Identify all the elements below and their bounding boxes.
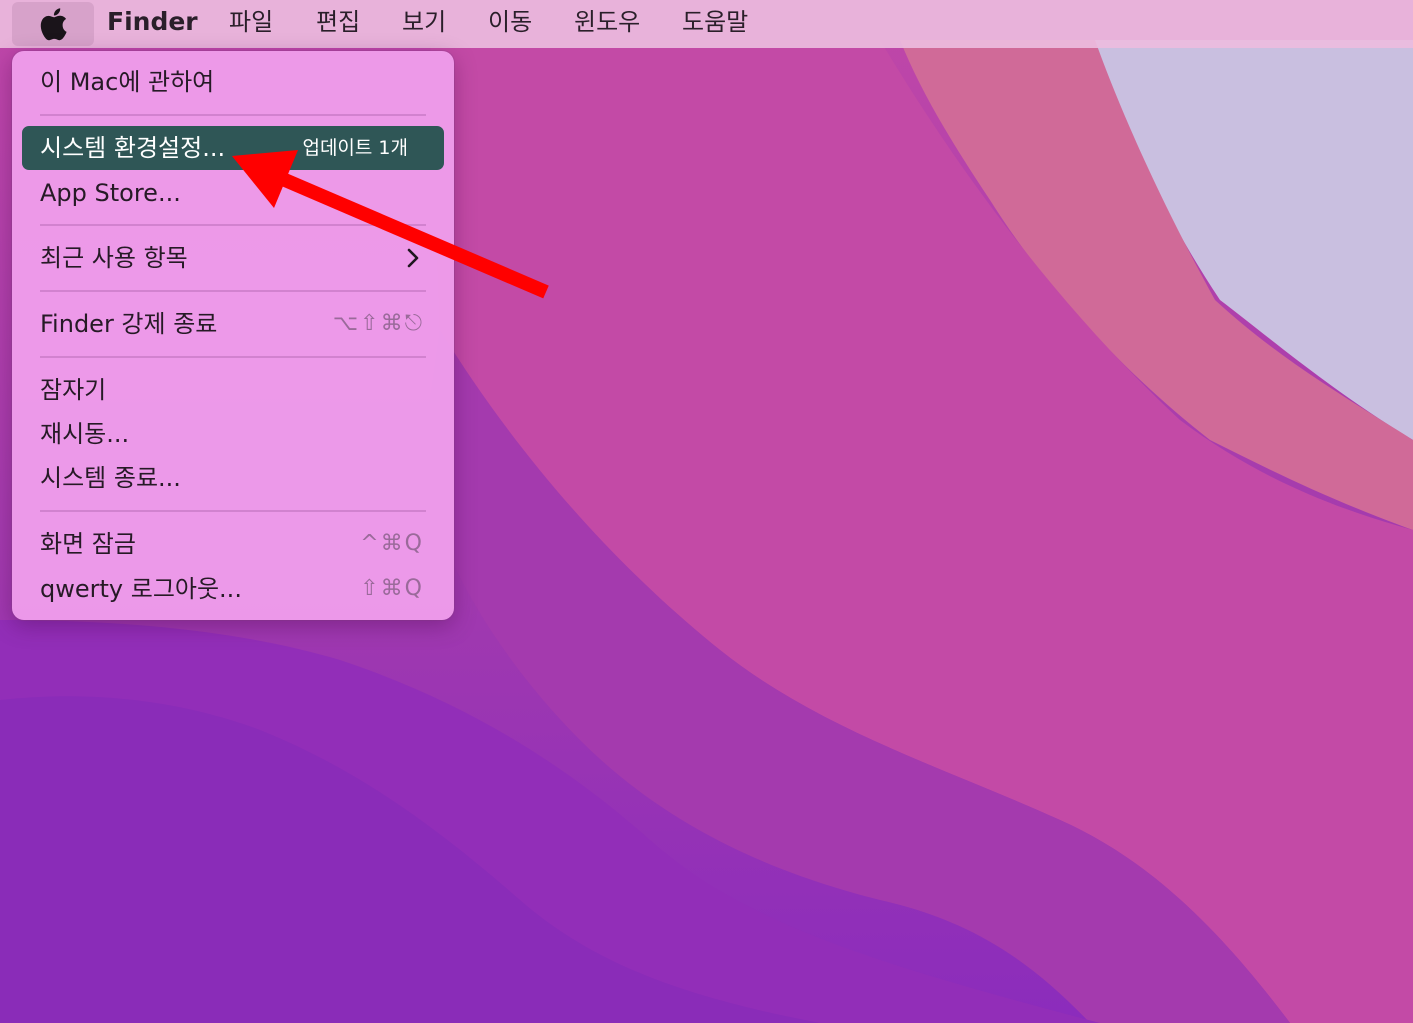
- menu-item-label: Finder 강제 종료: [40, 310, 218, 338]
- menu-bar: Finder 파일 편집 보기 이동 윈도우 도움말: [0, 0, 1413, 48]
- menubar-file[interactable]: 파일: [229, 0, 273, 48]
- menu-item-label: 화면 잠금: [40, 530, 136, 558]
- menu-item-shutdown[interactable]: 시스템 종료...: [22, 456, 444, 500]
- menubar-edit[interactable]: 편집: [316, 0, 360, 48]
- menu-item-label: 시스템 환경설정...: [40, 134, 226, 162]
- menubar-go[interactable]: 이동: [488, 0, 532, 48]
- menu-item-sleep[interactable]: 잠자기: [22, 368, 444, 412]
- menu-item-label: 최근 사용 항목: [40, 244, 188, 272]
- menu-separator: [40, 356, 426, 358]
- menu-item-recent-items[interactable]: 최근 사용 항목: [22, 236, 444, 280]
- menubar-finder[interactable]: Finder: [107, 0, 198, 48]
- menu-separator: [40, 224, 426, 226]
- menu-item-label: 재시동...: [40, 420, 130, 448]
- menu-item-about-this-mac[interactable]: 이 Mac에 관하여: [22, 60, 444, 104]
- menu-item-lock-screen[interactable]: 화면 잠금 ^⌘Q: [22, 522, 444, 566]
- menu-separator: [40, 290, 426, 292]
- update-badge: 업데이트 1개: [302, 137, 408, 159]
- apple-menu-button[interactable]: [12, 2, 94, 46]
- menubar-view[interactable]: 보기: [402, 0, 446, 48]
- menu-item-logout[interactable]: qwerty 로그아웃... ⇧⌘Q: [22, 567, 444, 611]
- menu-separator: [40, 114, 426, 116]
- menu-item-system-preferences[interactable]: 시스템 환경설정... 업데이트 1개: [22, 126, 444, 170]
- menu-separator: [40, 510, 426, 512]
- menu-item-restart[interactable]: 재시동...: [22, 412, 444, 456]
- menu-item-label: 이 Mac에 관하여: [40, 68, 215, 96]
- menubar-help[interactable]: 도움말: [682, 0, 748, 48]
- menu-item-label: App Store...: [40, 179, 181, 207]
- menubar-window[interactable]: 윈도우: [574, 0, 640, 48]
- keyboard-shortcut: ⌥⇧⌘⎋: [332, 311, 424, 336]
- menu-item-app-store[interactable]: App Store...: [22, 171, 444, 215]
- apple-logo-icon: [40, 8, 67, 41]
- menu-item-label: qwerty 로그아웃...: [40, 575, 242, 603]
- menu-item-label: 잠자기: [40, 376, 107, 404]
- chevron-right-icon: [407, 248, 419, 268]
- keyboard-shortcut: ⇧⌘Q: [360, 576, 424, 601]
- menu-item-force-quit[interactable]: Finder 강제 종료 ⌥⇧⌘⎋: [22, 302, 444, 346]
- apple-menu-dropdown: 이 Mac에 관하여 시스템 환경설정... 업데이트 1개 App Store…: [12, 51, 454, 620]
- keyboard-shortcut: ^⌘Q: [360, 531, 424, 556]
- menu-item-label: 시스템 종료...: [40, 464, 181, 492]
